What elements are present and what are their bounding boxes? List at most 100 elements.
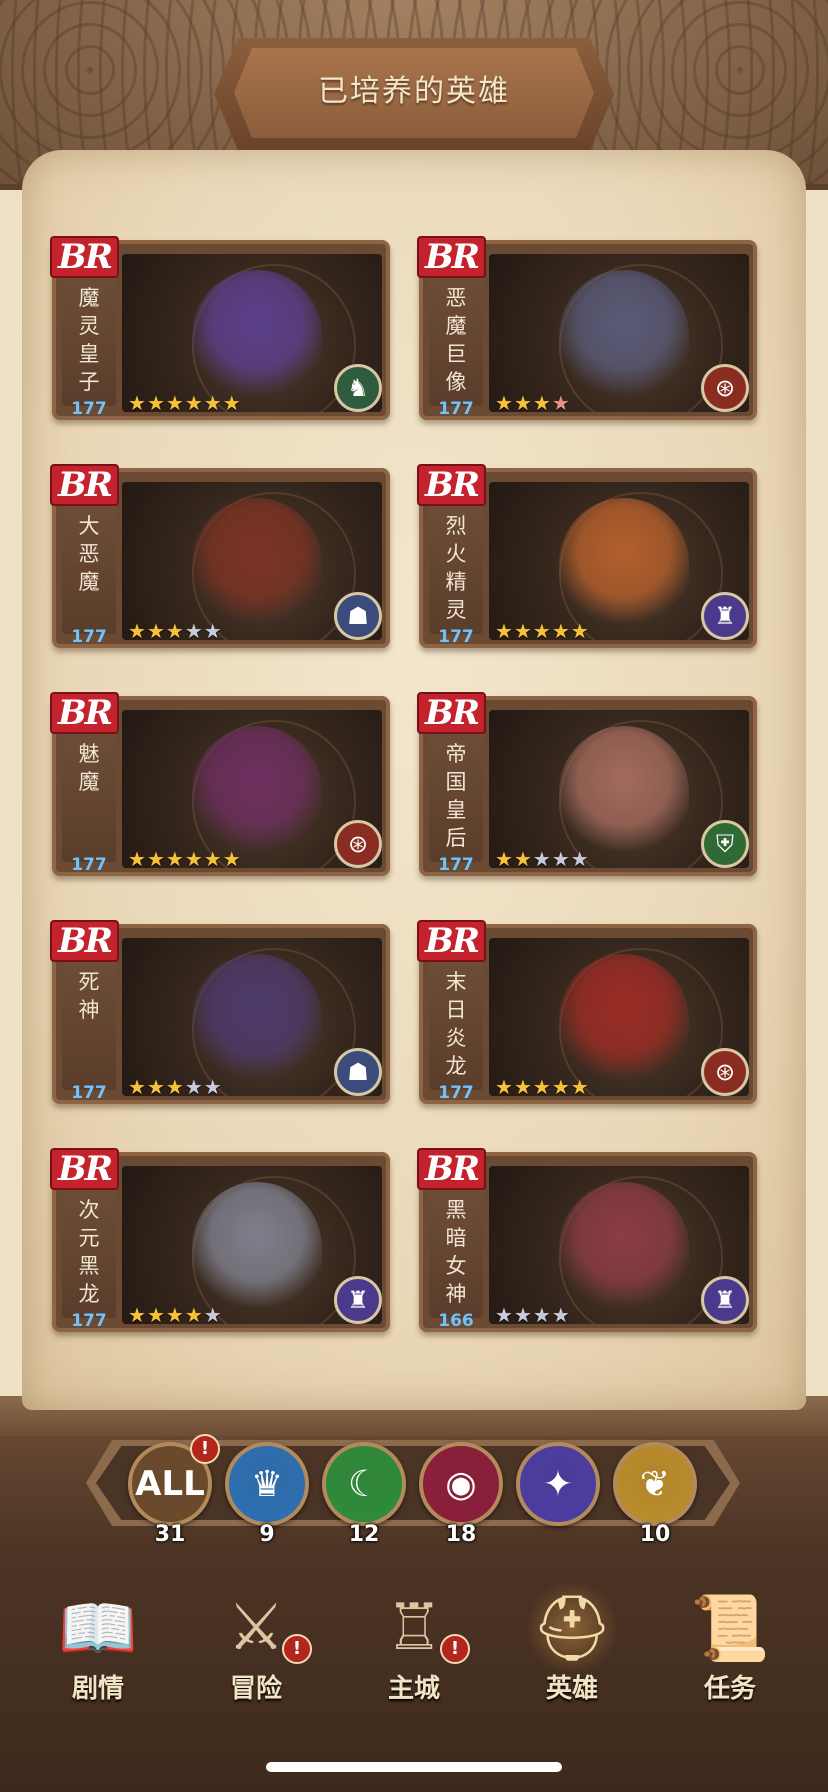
gold-star-icon: ★ [184, 391, 203, 415]
silver-star-icon: ★ [495, 1303, 513, 1327]
nav-label: 主城 [387, 1674, 440, 1704]
alert-badge: ! [190, 1434, 220, 1464]
nav-item-castle[interactable]: ♖ 主城! [344, 1574, 484, 1704]
star-rating: ★ ★ ★ ★ ★ ★ [128, 392, 241, 414]
hero-card[interactable]: 魔灵皇子 177 BR ★ ★ ★ ★ ★ ★ ♞ [50, 236, 390, 420]
hero-card[interactable]: 大恶魔 177 BR ★ ★ ★ ★ ★ ☗ [50, 464, 390, 648]
hero-level: 177 [438, 627, 474, 647]
book-icon: 📖 [58, 1591, 138, 1666]
hero-level: 177 [438, 855, 474, 875]
gold-star-icon: ★ [165, 391, 184, 415]
gold-star-icon: ★ [570, 619, 589, 643]
gold-star-icon: ★ [495, 391, 513, 415]
gold-star-icon: ★ [222, 391, 241, 415]
alert-badge: ! [440, 1634, 470, 1664]
gold-star-icon: ★ [532, 619, 551, 643]
faction-count: 9 [259, 1522, 275, 1547]
hero-card[interactable]: 次元黑龙 177 BR ★ ★ ★ ★ ★ ♜ [50, 1148, 390, 1332]
gold-star-icon: ★ [495, 1075, 513, 1099]
rarity-badge: BR [417, 236, 486, 278]
silver-star-icon: ★ [513, 1303, 532, 1327]
hero-level: 177 [438, 1083, 474, 1103]
hero-name: 烈火精灵 [445, 514, 467, 622]
gold-star-icon: ★ [532, 1075, 551, 1099]
spirit-icon: ✦ [542, 1463, 574, 1505]
scroll-icon: 📜 [690, 1591, 770, 1666]
star-rating: ★ ★ ★ ★ ★ [495, 848, 589, 870]
knight-helmet-icon: ⛑ [522, 1584, 622, 1672]
gold-star-icon: ★ [146, 391, 165, 415]
star-rating: ★ ★ ★ ★ [495, 1304, 570, 1326]
gold-star-icon: ★ [165, 847, 184, 871]
hero-card[interactable]: 烈火精灵 177 BR ★ ★ ★ ★ ★ ♜ [417, 464, 757, 648]
hero-art [192, 270, 322, 402]
horse-icon: ♞ [334, 364, 382, 412]
gold-star-icon: ★ [203, 391, 222, 415]
home-indicator[interactable] [266, 1762, 562, 1772]
hero-card[interactable]: 魅魔 177 BR ★ ★ ★ ★ ★ ★ ⊛ [50, 692, 390, 876]
gold-star-icon: ★ [128, 619, 146, 643]
helmet-icon: ♜ [334, 1276, 382, 1324]
hero-art [559, 726, 689, 858]
star-rating: ★ ★ ★ ★ [495, 392, 570, 414]
faction-filter-crown[interactable]: ♛ [225, 1442, 309, 1526]
faction-filter-moon[interactable]: ☾ [322, 1442, 406, 1526]
faction-count: 18 [445, 1522, 477, 1547]
nav-label: 剧情 [71, 1674, 124, 1704]
rarity-badge: BR [417, 692, 486, 734]
nav-item-swords[interactable]: ⚔ 冒险! [186, 1574, 326, 1704]
nav-item-knight-helmet[interactable]: ⛑ 英雄 [502, 1574, 642, 1704]
hero-art [192, 1182, 322, 1314]
hero-name: 魅魔 [78, 742, 100, 794]
gold-star-icon: ★ [222, 847, 241, 871]
crown-icon: ♛ [250, 1463, 284, 1505]
hero-name: 恶魔巨像 [445, 286, 467, 394]
hero-name: 帝国皇后 [445, 742, 467, 850]
rarity-badge: BR [50, 692, 119, 734]
gold-star-icon: ★ [532, 391, 551, 415]
nav-item-book[interactable]: 📖 剧情 [28, 1574, 168, 1705]
faction-filter-wings[interactable]: ❦ [613, 1442, 697, 1526]
gold-star-icon: ★ [165, 1303, 184, 1327]
rarity-badge: BR [417, 464, 486, 506]
faction-filter-eye[interactable]: ◉ [419, 1442, 503, 1526]
gold-star-icon: ★ [146, 619, 165, 643]
page-title: 已培养的英雄 [318, 74, 510, 109]
silver-star-icon: ★ [184, 619, 203, 643]
hero-card[interactable]: 黑暗女神 166 BR ★ ★ ★ ★ ♜ [417, 1148, 757, 1332]
faction-filter-spirit[interactable]: ✦ [516, 1442, 600, 1526]
hooded-icon: ☗ [334, 592, 382, 640]
gold-star-icon: ★ [128, 1303, 146, 1327]
gold-star-icon: ★ [128, 391, 146, 415]
faction-count: 31 [154, 1522, 186, 1547]
hero-card[interactable]: 末日炎龙 177 BR ★ ★ ★ ★ ★ ⊛ [417, 920, 757, 1104]
all-label: ALL [135, 1464, 205, 1504]
hero-card[interactable]: 恶魔巨像 177 BR ★ ★ ★ ★ ⊛ [417, 236, 757, 420]
gold-star-icon: ★ [495, 847, 513, 871]
rarity-badge: BR [50, 464, 119, 506]
hero-card[interactable]: 死神 177 BR ★ ★ ★ ★ ★ ☗ [50, 920, 390, 1104]
silver-star-icon: ★ [551, 847, 570, 871]
cannon-icon: ⊛ [701, 364, 749, 412]
silver-star-icon: ★ [203, 1303, 222, 1327]
gold-star-icon: ★ [203, 847, 222, 871]
hero-name: 黑暗女神 [445, 1198, 467, 1306]
nav-item-scroll[interactable]: 📜 任务 [660, 1574, 800, 1705]
faction-count: 12 [348, 1522, 380, 1547]
silver-star-icon: ★ [184, 1075, 203, 1099]
hero-card[interactable]: 帝国皇后 177 BR ★ ★ ★ ★ ★ ⛨ [417, 692, 757, 876]
star-rating: ★ ★ ★ ★ ★ [128, 620, 222, 642]
hero-name: 死神 [78, 970, 100, 1022]
hooded-icon: ☗ [334, 1048, 382, 1096]
gold-star-icon: ★ [570, 1075, 589, 1099]
silver-star-icon: ★ [532, 1303, 551, 1327]
gold-star-icon: ★ [146, 1303, 165, 1327]
star-rating: ★ ★ ★ ★ ★ [495, 620, 589, 642]
star-rating: ★ ★ ★ ★ ★ [128, 1076, 222, 1098]
silver-star-icon: ★ [551, 1303, 570, 1327]
gold-star-icon: ★ [513, 1075, 532, 1099]
cannon-icon: ⊛ [334, 820, 382, 868]
hero-name: 魔灵皇子 [78, 286, 100, 394]
silver-star-icon: ★ [203, 619, 222, 643]
silver-star-icon: ★ [570, 847, 589, 871]
